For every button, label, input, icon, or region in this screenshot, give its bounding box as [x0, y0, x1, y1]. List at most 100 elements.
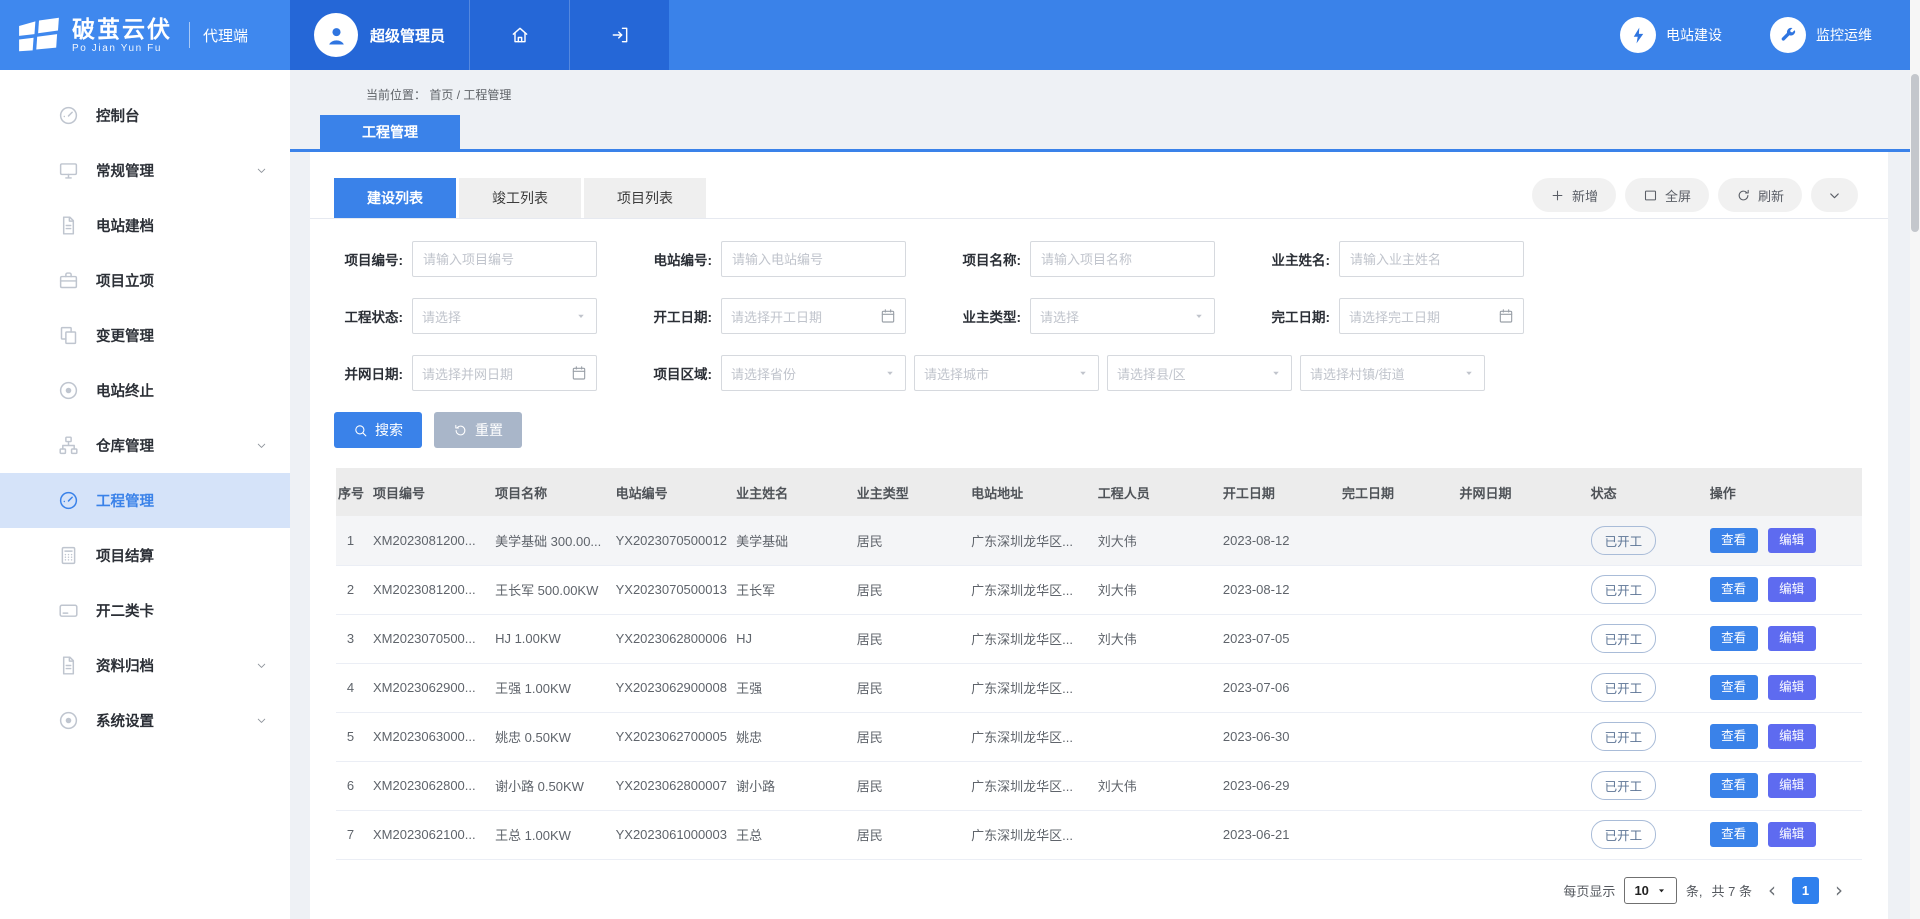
cell-status: 已开工: [1583, 712, 1702, 761]
sidebar-item-general-management[interactable]: 常规管理: [0, 143, 290, 198]
column-header: 业主类型: [849, 468, 963, 516]
refresh-button[interactable]: 刷新: [1718, 178, 1802, 212]
page-title-tab[interactable]: 工程管理: [320, 115, 460, 149]
view-button[interactable]: 查看: [1710, 675, 1758, 700]
page-1-button[interactable]: 1: [1792, 877, 1819, 904]
project-name-input[interactable]: [1030, 241, 1215, 277]
filter-label: 并网日期:: [334, 363, 412, 383]
user-menu[interactable]: 超级管理员: [290, 0, 469, 70]
brand[interactable]: 破茧云伏 Po Jian Yun Fu 代理端: [0, 0, 290, 70]
filter-row: 工程状态:请选择开工日期:请选择开工日期业主类型:请选择完工日期:请选择完工日期: [334, 298, 1888, 334]
fullscreen-button[interactable]: 全屏: [1625, 178, 1709, 212]
cell-start_date: 2023-08-12: [1215, 565, 1334, 614]
cell-address: 广东深圳龙华区...: [963, 516, 1090, 565]
avatar: [314, 13, 358, 57]
column-header: 序号: [336, 468, 365, 516]
view-button[interactable]: 查看: [1710, 773, 1758, 798]
sidebar-item-system-settings[interactable]: 系统设置: [0, 693, 290, 748]
filter-field: 完工日期:请选择完工日期: [1261, 298, 1524, 334]
view-button[interactable]: 查看: [1710, 626, 1758, 651]
finish-date-picker[interactable]: 请选择完工日期: [1339, 298, 1524, 334]
home-button[interactable]: [469, 0, 569, 70]
station-no-input[interactable]: [721, 241, 906, 277]
cell-owner_type: 居民: [849, 761, 963, 810]
column-header: 项目编号: [365, 468, 487, 516]
search-button[interactable]: 搜索: [334, 412, 422, 448]
cell-finish_date: [1334, 516, 1452, 565]
view-button[interactable]: 查看: [1710, 577, 1758, 602]
sidebar-item-station-termination[interactable]: 电站终止: [0, 363, 290, 418]
start-date-picker[interactable]: 请选择开工日期: [721, 298, 906, 334]
chevron-down-icon: [255, 714, 268, 727]
per-page-select[interactable]: 10: [1624, 877, 1676, 904]
scrollbar-thumb[interactable]: [1911, 74, 1919, 232]
table-row: 2XM2023081200...王长军 500.00KWYX2023070500…: [336, 565, 1862, 614]
edit-button[interactable]: 编辑: [1768, 528, 1816, 553]
cell-engineer: 刘大伟: [1090, 761, 1215, 810]
filter-label: 业主类型:: [952, 306, 1030, 326]
filter-row: 并网日期:请选择并网日期项目区域:请选择省份请选择城市请选择县/区请选择村镇/街…: [334, 355, 1888, 391]
view-button[interactable]: 查看: [1710, 724, 1758, 749]
sidebar-item-change-management[interactable]: 变更管理: [0, 308, 290, 363]
cell-finish_date: [1334, 565, 1452, 614]
tab-project-list[interactable]: 项目列表: [584, 178, 706, 218]
cell-actions: 查看编辑: [1702, 761, 1862, 810]
sidebar-item-project-settlement[interactable]: 项目结算: [0, 528, 290, 583]
collapse-button[interactable]: [1811, 178, 1858, 212]
sidebar-item-engineering-management[interactable]: 工程管理: [0, 473, 290, 528]
select-placeholder: 请选择: [422, 307, 461, 326]
caret-down-icon: [1270, 367, 1282, 379]
scrollbar[interactable]: [1910, 0, 1920, 919]
station-build-button[interactable]: 电站建设: [1620, 0, 1722, 70]
region-county-select[interactable]: 请选择县/区: [1107, 355, 1292, 391]
table-row: 1XM2023081200...美学基础 300.00...YX20230705…: [336, 516, 1862, 565]
tab-completed-list[interactable]: 竣工列表: [459, 178, 581, 218]
cell-grid_date: [1451, 516, 1582, 565]
next-page-button[interactable]: ›: [1828, 880, 1850, 900]
sidebar-item-data-archive[interactable]: 资料归档: [0, 638, 290, 693]
table-header-row: 序号项目编号项目名称电站编号业主姓名业主类型电站地址工程人员开工日期完工日期并网…: [336, 468, 1862, 516]
cell-grid_date: [1451, 810, 1582, 859]
edit-button[interactable]: 编辑: [1768, 675, 1816, 700]
owner-type-select[interactable]: 请选择: [1030, 298, 1215, 334]
region-city-select[interactable]: 请选择城市: [914, 355, 1099, 391]
per-page-label: 每页显示: [1563, 881, 1615, 900]
cell-actions: 查看编辑: [1702, 810, 1862, 859]
view-button[interactable]: 查看: [1710, 528, 1758, 553]
sidebar-item-project-initiation[interactable]: 项目立项: [0, 253, 290, 308]
owner-name-input[interactable]: [1339, 241, 1524, 277]
edit-button[interactable]: 编辑: [1768, 822, 1816, 847]
logout-button[interactable]: [569, 0, 669, 70]
monitor-ops-button[interactable]: 监控运维: [1770, 0, 1872, 70]
region-province-select[interactable]: 请选择省份: [721, 355, 906, 391]
edit-button[interactable]: 编辑: [1768, 724, 1816, 749]
card-icon: [58, 600, 79, 621]
list-tabs: 建设列表竣工列表项目列表: [334, 178, 709, 218]
sidebar-item-warehouse-management[interactable]: 仓库管理: [0, 418, 290, 473]
breadcrumb-path[interactable]: 首页 / 工程管理: [429, 88, 511, 102]
region-town-select[interactable]: 请选择村镇/街道: [1300, 355, 1485, 391]
table-row: 3XM2023070500...HJ 1.00KWYX2023062800006…: [336, 614, 1862, 663]
edit-button[interactable]: 编辑: [1768, 773, 1816, 798]
project-status-select[interactable]: 请选择: [412, 298, 597, 334]
tab-build-list[interactable]: 建设列表: [334, 178, 456, 218]
add-button[interactable]: 新增: [1532, 178, 1616, 212]
page-tab-bar: 工程管理: [290, 115, 1920, 152]
cell-engineer: 刘大伟: [1090, 614, 1215, 663]
sidebar-item-station-archive[interactable]: 电站建档: [0, 198, 290, 253]
grid-date-picker[interactable]: 请选择并网日期: [412, 355, 597, 391]
cell-project_no: XM2023062800...: [365, 761, 487, 810]
prev-page-button[interactable]: ‹: [1761, 880, 1783, 900]
caret-down-icon: [1077, 367, 1089, 379]
edit-button[interactable]: 编辑: [1768, 577, 1816, 602]
sidebar-item-second-class-card[interactable]: 开二类卡: [0, 583, 290, 638]
monitor-icon: [58, 160, 79, 181]
reset-button[interactable]: 重置: [434, 412, 522, 448]
sidebar-item-console[interactable]: 控制台: [0, 88, 290, 143]
project-no-input[interactable]: [412, 241, 597, 277]
view-button[interactable]: 查看: [1710, 822, 1758, 847]
bolt-icon: [1629, 26, 1648, 45]
calendar-icon: [571, 365, 587, 381]
edit-button[interactable]: 编辑: [1768, 626, 1816, 651]
cell-actions: 查看编辑: [1702, 712, 1862, 761]
